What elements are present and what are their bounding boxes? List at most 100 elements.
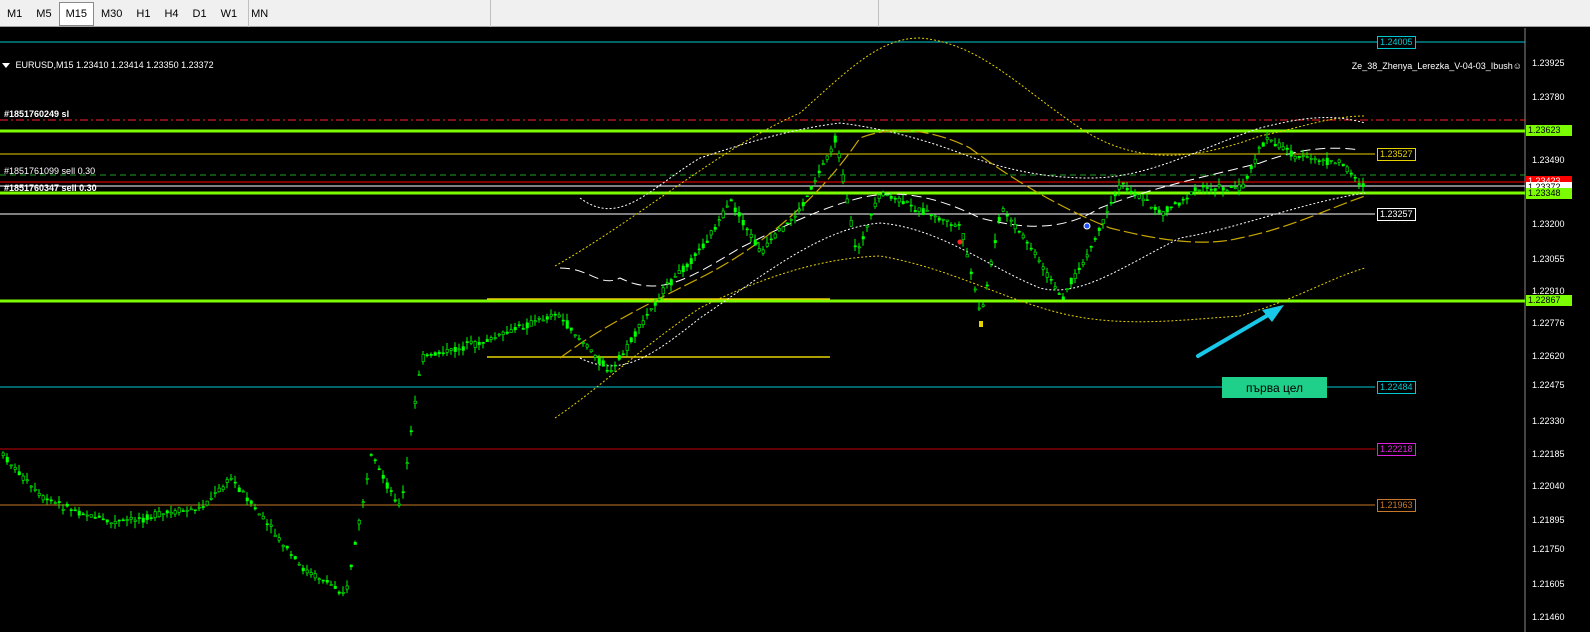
candle-body	[941, 218, 945, 221]
candle-body	[205, 500, 209, 506]
candle-body	[201, 506, 205, 508]
candle-body	[137, 517, 141, 519]
candle-body	[45, 498, 49, 501]
timeframe-d1-button[interactable]: D1	[186, 2, 214, 26]
candle-body	[841, 174, 845, 182]
candle-body	[1109, 202, 1113, 204]
candle-body	[1065, 288, 1069, 290]
order-sell-label[interactable]: #1851761099 sell 0.30	[4, 166, 95, 176]
candle-body	[917, 207, 921, 212]
candle-body	[93, 517, 97, 519]
price-tag-orange-low[interactable]: 1.21963	[1377, 499, 1416, 512]
candle-body	[613, 364, 617, 367]
white-ma-line	[559, 147, 1361, 287]
signal-marker	[1083, 222, 1091, 230]
candle-body	[757, 248, 761, 252]
candle-body	[877, 194, 881, 199]
candle-body	[1141, 198, 1145, 202]
candle-body	[1229, 185, 1233, 188]
price-tick-label: 1.22620	[1532, 351, 1565, 361]
price-tag-white[interactable]: 1.23257	[1377, 208, 1416, 221]
candle-body	[925, 209, 929, 212]
candle-body	[29, 485, 33, 488]
candle-body	[297, 563, 301, 566]
candle-body	[1097, 227, 1101, 231]
candle-body	[689, 258, 693, 265]
candle-body	[1341, 163, 1345, 167]
timeframe-m15-button[interactable]: M15	[58, 2, 94, 26]
candle-body	[1089, 246, 1093, 248]
candle-body	[1057, 293, 1061, 295]
candle-body	[241, 490, 245, 493]
candle-body	[149, 517, 153, 519]
price-tag-red-low[interactable]: 1.22218	[1377, 443, 1416, 456]
candle-body	[981, 304, 985, 307]
candle-body	[5, 456, 9, 463]
candle-body	[117, 519, 121, 522]
candle-body	[393, 499, 397, 502]
candle-body	[189, 508, 193, 511]
candle-body	[397, 503, 401, 506]
candle-body	[425, 354, 429, 357]
candle-body	[1149, 206, 1153, 209]
price-tick-label: 1.21750	[1532, 544, 1565, 554]
price-tick-label: 1.22475	[1532, 380, 1565, 390]
chevron-down-icon[interactable]	[2, 63, 10, 69]
candle-body	[1225, 190, 1229, 192]
candle-body	[341, 592, 345, 594]
target-annotation[interactable]: първа цел	[1222, 377, 1327, 398]
candle-body	[9, 464, 13, 467]
candle-body	[713, 227, 717, 230]
timeframe-m5-button[interactable]: M5	[29, 2, 58, 26]
candle-body	[333, 585, 337, 589]
candle-body	[1301, 155, 1305, 157]
candle-body	[1037, 259, 1041, 262]
timeframe-h4-button[interactable]: H4	[157, 2, 185, 26]
candle-body	[1125, 187, 1129, 191]
candle-body	[377, 468, 381, 471]
candle-body	[561, 319, 565, 322]
candle-body	[49, 499, 53, 502]
candle-body	[225, 479, 229, 483]
price-tag-cyan-top[interactable]: 1.24005	[1377, 36, 1416, 49]
candle-body	[549, 313, 553, 317]
candle-body	[69, 509, 73, 511]
chart-canvas[interactable]	[0, 28, 1590, 632]
price-tick-label: 1.22185	[1532, 449, 1565, 459]
candle-body	[89, 514, 93, 518]
candle-body	[669, 279, 673, 286]
candle-body	[465, 341, 469, 343]
candle-body	[113, 521, 117, 524]
candle-body	[37, 493, 41, 496]
order-sl-label[interactable]: #1851760249 sl	[4, 109, 69, 119]
axis-tag-green-mid: 1.23348	[1526, 188, 1572, 199]
candle-body	[461, 346, 465, 351]
candle-body	[761, 249, 765, 254]
order-sell-label[interactable]: #1851760347 sell 0.30	[4, 183, 97, 193]
candle-body	[13, 467, 17, 470]
candle-body	[1085, 254, 1089, 258]
candle-body	[469, 340, 473, 344]
indicator-label: Ze_38_Zhenya_Lerezka_V-04-03_Ibush☺	[1351, 61, 1522, 71]
candle-body	[1117, 184, 1121, 190]
timeframe-h1-button[interactable]: H1	[129, 2, 157, 26]
price-tag-cyan-low[interactable]: 1.22484	[1377, 381, 1416, 394]
candle-body	[1181, 198, 1185, 201]
candle-body	[617, 355, 621, 360]
candle-body	[897, 197, 901, 203]
candle-body	[1177, 202, 1181, 206]
candle-body	[57, 501, 61, 503]
candle-body	[749, 234, 753, 238]
candle-body	[153, 511, 157, 518]
candle-body	[1313, 158, 1317, 161]
candle-body	[1281, 146, 1285, 150]
candle-body	[169, 511, 173, 515]
timeframe-m1-button[interactable]: M1	[0, 2, 29, 26]
candle-body	[401, 491, 405, 494]
timeframe-m30-button[interactable]: M30	[94, 2, 129, 26]
candle-body	[121, 519, 125, 522]
timeframe-w1-button[interactable]: W1	[214, 2, 245, 26]
price-tag-yellow[interactable]: 1.23527	[1377, 148, 1416, 161]
candle-body	[893, 197, 897, 200]
price-chart[interactable]: EURUSD,M15 1.23410 1.23414 1.23350 1.233…	[0, 28, 1590, 632]
